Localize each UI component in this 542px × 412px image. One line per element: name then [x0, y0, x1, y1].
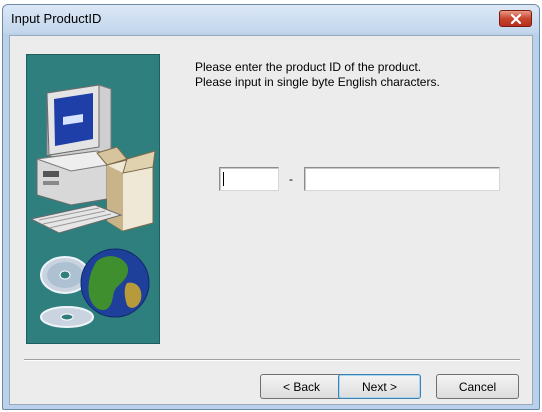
instruction-line-2: Please input in single byte English char…: [195, 75, 440, 89]
dialog-window: Input ProductID Please enter the product…: [2, 4, 540, 410]
next-button[interactable]: Next >: [338, 374, 421, 399]
dialog-content: Please enter the product ID of the produ…: [9, 35, 533, 405]
product-id-part1-input[interactable]: [219, 167, 279, 191]
product-id-part2-input[interactable]: [304, 167, 500, 191]
computer-and-globe-illustration: [26, 54, 160, 344]
button-area-divider: [24, 359, 520, 361]
window-title: Input ProductID: [11, 11, 102, 26]
product-id-separator: -: [289, 172, 293, 186]
instruction-line-1: Please enter the product ID of the produ…: [195, 60, 422, 74]
cancel-button[interactable]: Cancel: [436, 374, 519, 399]
title-bar: Input ProductID: [3, 5, 539, 33]
back-button[interactable]: < Back: [260, 374, 343, 399]
instructions-text: Please enter the product ID of the produ…: [195, 60, 440, 90]
close-x-icon: [510, 14, 521, 24]
close-button[interactable]: [499, 10, 532, 27]
text-caret: [223, 172, 224, 186]
